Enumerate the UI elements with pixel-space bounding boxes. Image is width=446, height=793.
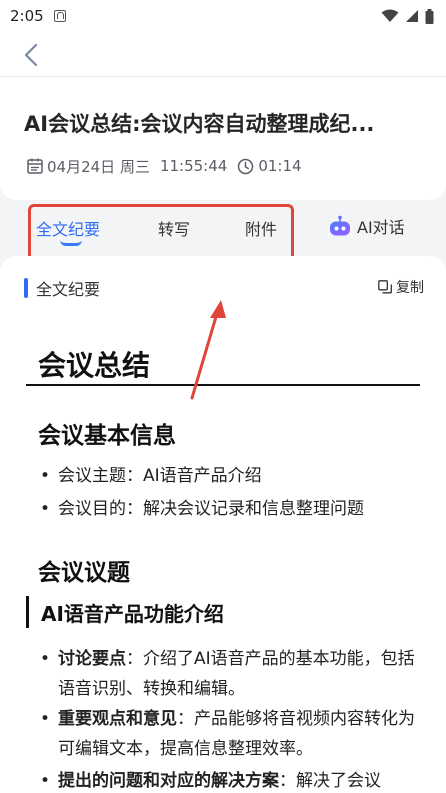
section-title: 全文纪要	[36, 280, 101, 299]
meeting-meta: 04月24日 周三 11:55:44 01:14	[26, 155, 302, 177]
meeting-time: 11:55:44	[159, 157, 228, 175]
ai-chat-label: AI对话	[357, 218, 405, 237]
battery-icon	[425, 8, 434, 24]
copy-button[interactable]: 复制	[378, 277, 424, 297]
calendar-icon	[27, 158, 43, 174]
signal-icon	[406, 10, 418, 22]
header-card: AI会议总结:会议内容自动整理成纪... 04月24日 周三 11:55:44 …	[0, 32, 446, 200]
list-item: • 会议主题：AI语音产品介绍	[40, 462, 262, 491]
point-label: 提出的问题和对应的解决方案	[58, 771, 279, 791]
status-bar: 2:05	[0, 0, 446, 32]
topics-heading: 会议议题	[38, 560, 130, 586]
topic-title: AI语音产品功能介绍	[41, 601, 224, 626]
back-button[interactable]	[16, 40, 46, 70]
topic-heading-bar	[26, 596, 29, 628]
section-accent-bar	[24, 278, 28, 298]
list-item: • 重要观点和意见：产品能够将音视频内容转化为可编辑文本，提高信息整理效率。	[40, 709, 415, 759]
chevron-left-icon	[24, 43, 38, 67]
list-item: • 提出的问题和对应的解决方案：解决了会议	[40, 771, 381, 791]
point-label: 重要观点和意见	[58, 709, 177, 729]
topic-heading: AI语音产品功能介绍	[26, 596, 224, 628]
status-indicators	[381, 8, 434, 24]
section-header: 全文纪要	[24, 276, 100, 300]
clock-icon	[238, 158, 254, 174]
ai-chat-button[interactable]: AI对话	[328, 214, 405, 238]
copy-label: 复制	[396, 280, 424, 296]
app-notification-icon	[53, 10, 66, 22]
summary-heading: 会议总结	[38, 349, 151, 382]
header-divider	[0, 76, 446, 77]
point-text: ：解决了会议	[279, 771, 381, 791]
status-time: 2:05	[10, 7, 44, 25]
copy-icon	[378, 280, 392, 294]
basic-info-topic: 会议主题：AI语音产品介绍	[58, 466, 262, 486]
point-label: 讨论要点	[58, 649, 126, 669]
wifi-icon	[381, 9, 399, 22]
meeting-date: 04月24日 周三	[47, 157, 150, 176]
list-item: • 会议目的：解决会议记录和信息整理问题	[40, 495, 364, 524]
list-item: • 讨论要点：介绍了AI语音产品的基本功能，包括语音识别、转换和编辑。	[40, 649, 415, 699]
robot-icon	[330, 215, 350, 236]
basic-info-purpose: 会议目的：解决会议记录和信息整理问题	[58, 499, 364, 519]
meeting-duration: 01:14	[258, 157, 302, 175]
basic-info-heading: 会议基本信息	[38, 423, 176, 449]
page-title: AI会议总结:会议内容自动整理成纪...	[24, 112, 375, 136]
annotation-arrow-icon	[190, 300, 226, 400]
